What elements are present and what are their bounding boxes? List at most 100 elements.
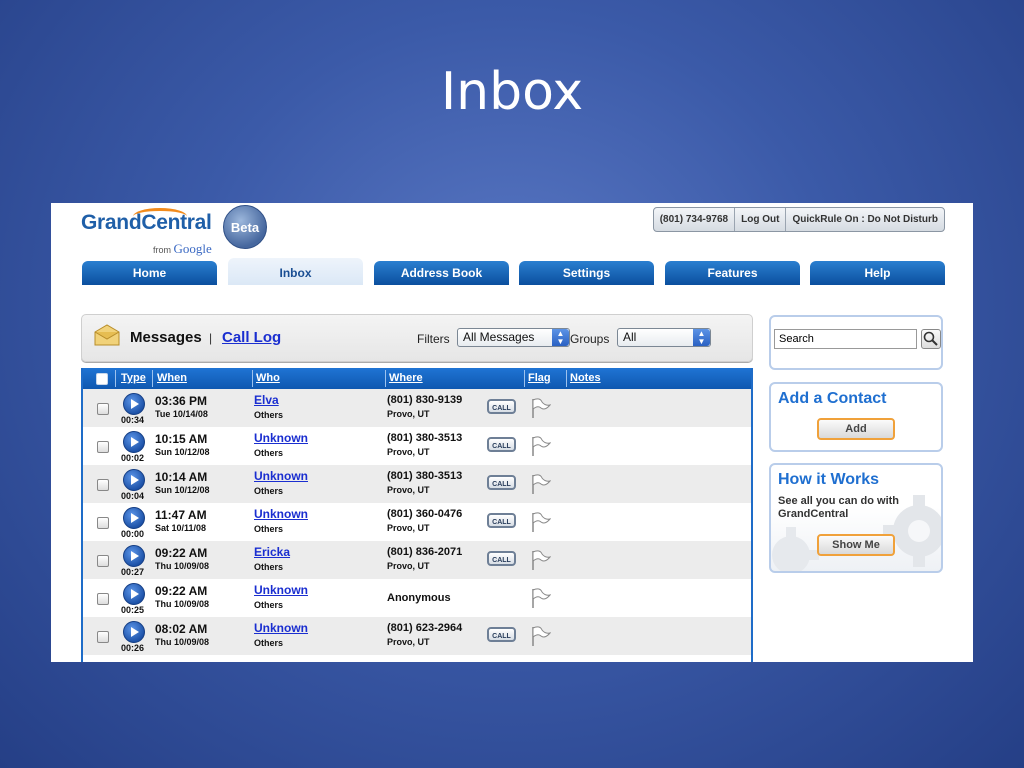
duration: 00:04 xyxy=(121,491,145,501)
date: Tue 10/14/08 xyxy=(155,409,208,419)
column-divider xyxy=(385,370,386,387)
table-row[interactable]: 00:04 10:14 AM Sun 10/12/08 Unknown Othe… xyxy=(83,465,751,503)
caller-group: Others xyxy=(254,638,284,648)
tab-settings[interactable]: Settings xyxy=(519,261,654,285)
time: 10:15 AM xyxy=(155,432,208,446)
call-button[interactable]: CALL xyxy=(487,551,516,566)
play-icon[interactable] xyxy=(123,583,145,605)
logout-button[interactable]: Log Out xyxy=(735,208,787,231)
phone-number: Anonymous xyxy=(387,592,451,604)
location: Provo, UT xyxy=(387,447,430,457)
flag-icon[interactable] xyxy=(529,435,551,457)
show-me-button[interactable]: Show Me xyxy=(817,534,895,556)
column-divider xyxy=(566,370,567,387)
groups-select[interactable]: All ▲ ▼ xyxy=(617,328,711,347)
table-row[interactable]: 00:26 08:02 AM Thu 10/09/08 Unknown Othe… xyxy=(83,617,751,655)
time: 09:22 AM xyxy=(155,584,208,598)
slide-title: Inbox xyxy=(440,62,584,122)
phone-number-button[interactable]: (801) 734-9768 xyxy=(654,208,736,231)
search-button[interactable] xyxy=(921,329,941,349)
caller-link[interactable]: Unknown xyxy=(254,621,308,635)
flag-icon[interactable] xyxy=(529,473,551,495)
flag-icon[interactable] xyxy=(529,587,551,609)
envelope-icon xyxy=(94,324,120,346)
call-button[interactable]: CALL xyxy=(487,475,516,490)
date: Sun 10/12/08 xyxy=(155,485,210,495)
select-arrows-icon: ▲ ▼ xyxy=(552,329,569,346)
phone-number: (801) 360-0476 xyxy=(387,508,463,520)
flag-icon[interactable] xyxy=(529,549,551,571)
search-panel xyxy=(769,315,943,370)
table-row[interactable]: 00:25 09:22 AM Thu 10/09/08 Unknown Othe… xyxy=(83,579,751,617)
quickrule-button[interactable]: QuickRule On : Do Not Disturb xyxy=(786,208,944,231)
column-divider xyxy=(524,370,525,387)
how-it-works-description: See all you can do with GrandCentral xyxy=(778,495,900,520)
logo: GrandCentral from Google xyxy=(81,208,212,256)
time: 10:14 AM xyxy=(155,470,208,484)
table-row[interactable]: 00:00 11:47 AM Sat 10/11/08 Unknown Othe… xyxy=(83,503,751,541)
row-checkbox[interactable] xyxy=(97,555,109,567)
beta-badge: Beta xyxy=(223,205,267,249)
add-contact-button[interactable]: Add xyxy=(817,418,895,440)
row-checkbox[interactable] xyxy=(97,631,109,643)
caller-link[interactable]: Ericka xyxy=(254,545,290,559)
column-who[interactable]: Who xyxy=(256,372,280,384)
column-divider xyxy=(252,370,253,387)
tab-inbox[interactable]: Inbox xyxy=(228,258,363,285)
call-button[interactable]: CALL xyxy=(487,437,516,452)
column-flag[interactable]: Flag xyxy=(528,372,551,384)
play-icon[interactable] xyxy=(123,393,145,415)
tab-home[interactable]: Home xyxy=(82,261,217,285)
row-checkbox[interactable] xyxy=(97,403,109,415)
caller-link[interactable]: Elva xyxy=(254,393,279,407)
how-it-works-panel: How it Works See all you can do with Gra… xyxy=(769,463,943,573)
row-checkbox[interactable] xyxy=(97,593,109,605)
call-button[interactable]: CALL xyxy=(487,627,516,642)
column-where[interactable]: Where xyxy=(389,372,423,384)
logo-from-text: from xyxy=(153,245,171,255)
row-checkbox[interactable] xyxy=(97,479,109,491)
flag-icon[interactable] xyxy=(529,397,551,419)
play-icon[interactable] xyxy=(123,431,145,453)
time: 09:22 AM xyxy=(155,546,208,560)
flag-icon[interactable] xyxy=(529,625,551,647)
row-checkbox[interactable] xyxy=(97,517,109,529)
play-icon[interactable] xyxy=(123,545,145,567)
messages-table: Type When Who Where Flag Notes 00:34 03:… xyxy=(81,368,753,662)
phone-number: (801) 830-9139 xyxy=(387,394,463,406)
filters-select-value: All Messages xyxy=(463,330,535,344)
play-icon[interactable] xyxy=(123,507,145,529)
call-button[interactable]: CALL xyxy=(487,399,516,414)
caller-link[interactable]: Unknown xyxy=(254,469,308,483)
date: Thu 10/09/08 xyxy=(155,599,210,609)
tab-help[interactable]: Help xyxy=(810,261,945,285)
call-button[interactable]: CALL xyxy=(487,513,516,528)
filters-select[interactable]: All Messages ▲ ▼ xyxy=(457,328,570,347)
tab-address-book[interactable]: Address Book xyxy=(374,261,509,285)
search-input[interactable] xyxy=(774,329,917,349)
duration: 00:34 xyxy=(121,415,145,425)
table-row[interactable]: 00:27 09:22 AM Thu 10/09/08 Ericka Other… xyxy=(83,541,751,579)
caller-link[interactable]: Unknown xyxy=(254,507,308,521)
caller-link[interactable]: Unknown xyxy=(254,431,308,445)
flag-icon[interactable] xyxy=(529,511,551,533)
call-log-link[interactable]: Call Log xyxy=(222,329,281,346)
row-checkbox[interactable] xyxy=(97,441,109,453)
caller-group: Others xyxy=(254,410,284,420)
column-when[interactable]: When xyxy=(157,372,187,384)
play-icon[interactable] xyxy=(123,469,145,491)
caller-group: Others xyxy=(254,600,284,610)
select-all-checkbox[interactable] xyxy=(96,373,108,385)
play-icon[interactable] xyxy=(123,621,145,643)
tab-features[interactable]: Features xyxy=(665,261,800,285)
caller-link[interactable]: Unknown xyxy=(254,583,308,597)
column-type[interactable]: Type xyxy=(121,372,146,384)
time: 03:36 PM xyxy=(155,394,208,408)
date: Thu 10/09/08 xyxy=(155,637,210,647)
table-row[interactable]: 00:02 10:15 AM Sun 10/12/08 Unknown Othe… xyxy=(83,427,751,465)
column-notes[interactable]: Notes xyxy=(570,372,601,384)
time: 11:47 AM xyxy=(155,508,207,522)
location: Provo, UT xyxy=(387,485,430,495)
table-row[interactable]: 00:34 03:36 PM Tue 10/14/08 Elva Others … xyxy=(83,389,751,427)
how-it-works-title: How it Works xyxy=(778,471,880,488)
